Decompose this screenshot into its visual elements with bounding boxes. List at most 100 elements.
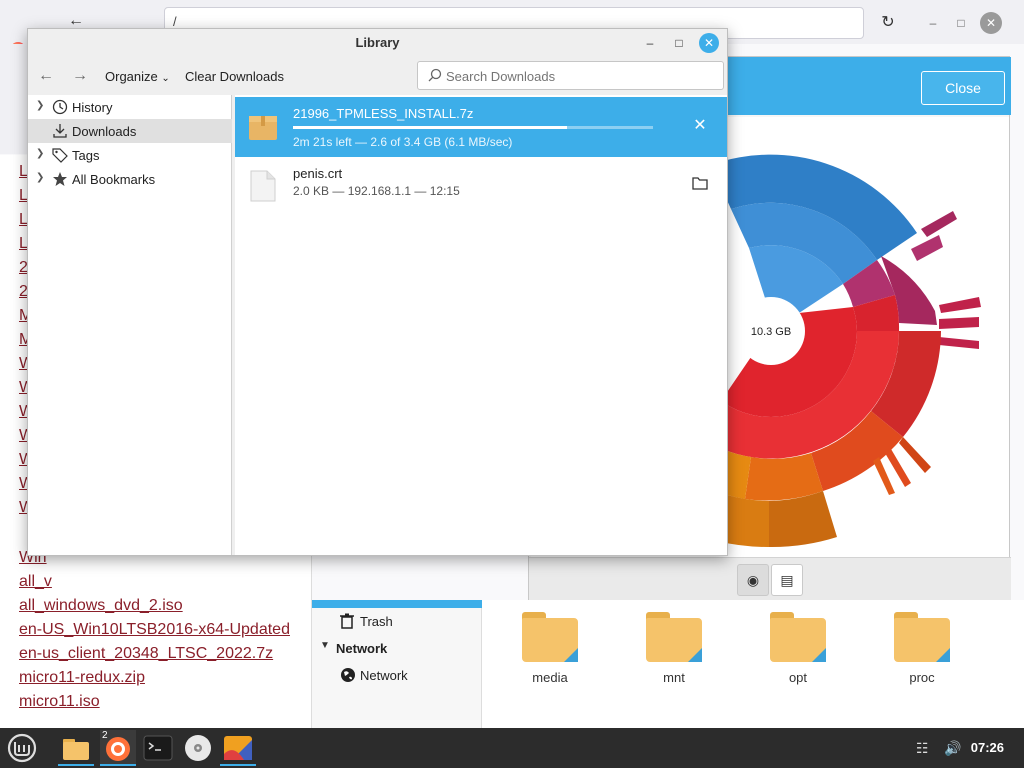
- ring-segment: [939, 337, 979, 349]
- dialog-title: Library: [28, 29, 727, 57]
- downloads-list: 21996_TPMLESS_INSTALL.7z 2m 21s left — 2…: [235, 95, 727, 555]
- cancel-icon[interactable]: ✕: [689, 115, 711, 137]
- maximize-icon[interactable]: □: [950, 12, 972, 34]
- globe-icon: [340, 667, 355, 683]
- selected-sidebar-item[interactable]: [312, 600, 482, 608]
- mint-menu-icon[interactable]: [4, 730, 40, 766]
- sidebar-item-history[interactable]: ❯ History: [28, 95, 232, 119]
- star-icon: [52, 171, 68, 187]
- treemap-chart-icon[interactable]: ▤: [771, 564, 803, 596]
- folder-icon: [894, 612, 950, 662]
- folder-icon: [522, 612, 578, 662]
- sidebar-item-label: Network: [360, 668, 408, 683]
- folder-icon: [770, 612, 826, 662]
- network-icon[interactable]: ☷: [916, 740, 929, 757]
- sidebar-item-trash[interactable]: Trash: [312, 610, 482, 634]
- download-filename: 21996_TPMLESS_INSTALL.7z: [293, 106, 474, 121]
- sidebar-item-tags[interactable]: ❯ Tags: [28, 143, 232, 167]
- ring-segment: [939, 297, 981, 313]
- sidebar-item-label: History: [72, 100, 113, 115]
- file-link[interactable]: all_v: [19, 573, 52, 591]
- folder-icon: [646, 612, 702, 662]
- folder-item[interactable]: media: [510, 612, 590, 685]
- file-icon: [249, 170, 277, 202]
- download-status: 2m 21s left — 2.6 of 3.4 GB (6.1 MB/sec): [293, 135, 513, 149]
- sidebar-item-label: Tags: [72, 148, 100, 163]
- download-filename: penis.crt: [293, 166, 343, 181]
- download-icon: [52, 123, 68, 139]
- file-link[interactable]: all_windows_dvd_2.iso: [19, 597, 183, 615]
- tag-icon: [52, 147, 68, 163]
- firefox-app-icon[interactable]: 2: [100, 730, 136, 766]
- chevron-right-icon[interactable]: ❯: [36, 172, 44, 183]
- download-item[interactable]: 21996_TPMLESS_INSTALL.7z 2m 21s left — 2…: [235, 97, 727, 157]
- folder-name: opt: [788, 670, 808, 685]
- chevron-down-icon: ▼: [320, 640, 330, 651]
- window-count-badge: 2: [102, 730, 108, 741]
- clock-icon: [52, 99, 68, 115]
- minimize-icon[interactable]: –: [640, 33, 660, 53]
- organize-menu[interactable]: Organize ⌄: [105, 69, 170, 84]
- close-window-button[interactable]: ✕: [980, 12, 1002, 34]
- file-link[interactable]: en-US_Win10LTSB2016-x64-Updated: [19, 621, 290, 639]
- library-toolbar: ← → Organize ⌄ Clear Downloads: [28, 57, 727, 95]
- search-input[interactable]: [446, 67, 716, 85]
- view-toggle-bar: ◉ ▤: [529, 557, 1011, 601]
- library-dialog: Library – □ ✕ ← → Organize ⌄ Clear Downl…: [27, 28, 728, 556]
- folder-item[interactable]: proc: [882, 612, 962, 685]
- download-item[interactable]: penis.crt 2.0 KB — 192.168.1.1 — 12:15: [235, 157, 727, 217]
- download-progress-bar: [293, 126, 653, 129]
- folder-item[interactable]: opt: [758, 612, 838, 685]
- volume-icon[interactable]: 🔊: [944, 740, 961, 757]
- sidebar-item-label: All Bookmarks: [72, 172, 156, 187]
- library-sidebar: ❯ History Downloads ❯ Tags ❯ All Bookmar…: [28, 95, 232, 555]
- chevron-right-icon[interactable]: ❯: [36, 100, 44, 111]
- back-arrow-icon[interactable]: ←: [34, 65, 58, 87]
- file-link[interactable]: en-us_client_20348_LTSC_2022.7z: [19, 645, 273, 663]
- file-link[interactable]: micro11-redux.zip: [19, 669, 145, 687]
- taskbar: 2 ☷ 🔊 07:26: [0, 728, 1024, 768]
- sidebar-item-all-bookmarks[interactable]: ❯ All Bookmarks: [28, 167, 232, 191]
- folder-item[interactable]: mnt: [634, 612, 714, 685]
- ring-segment: [921, 211, 957, 237]
- disk-usage-app-icon[interactable]: [220, 730, 256, 766]
- maximize-icon[interactable]: □: [669, 33, 689, 53]
- url-text: /: [173, 14, 177, 29]
- search-field[interactable]: [417, 61, 724, 90]
- organize-label: Organize: [105, 69, 158, 84]
- folder-name: mnt: [663, 670, 685, 685]
- folder-name: proc: [909, 670, 935, 685]
- sidebar-item-label: Downloads: [72, 124, 137, 139]
- total-size-label: 10.3 GB: [751, 326, 791, 338]
- rings-chart-icon[interactable]: ◉: [737, 564, 769, 596]
- download-status: 2.0 KB — 192.168.1.1 — 12:15: [293, 184, 460, 198]
- ring-segment: [899, 437, 931, 473]
- chevron-right-icon[interactable]: ❯: [36, 148, 44, 159]
- disc-app-icon[interactable]: [180, 730, 216, 766]
- close-dialog-button[interactable]: ✕: [699, 33, 719, 53]
- close-button[interactable]: Close: [921, 71, 1005, 105]
- sidebar-item-label: Trash: [360, 614, 393, 629]
- files-app-icon[interactable]: [58, 730, 94, 766]
- minimize-icon[interactable]: –: [922, 12, 944, 34]
- progress-fill: [293, 126, 567, 129]
- file-manager-window: Trash ▼ Network Network media mnt opt pr…: [312, 600, 1024, 728]
- ring-segment: [745, 453, 823, 501]
- open-folder-icon[interactable]: [689, 175, 711, 197]
- search-icon: [428, 68, 442, 82]
- archive-file-icon: [249, 110, 277, 142]
- sidebar-item-network[interactable]: Network: [312, 664, 482, 688]
- terminal-app-icon[interactable]: [140, 730, 176, 766]
- file-link[interactable]: micro11.iso: [19, 693, 100, 711]
- chevron-down-icon: ⌄: [161, 73, 170, 84]
- sidebar-header-label: Network: [336, 641, 388, 656]
- sidebar-header-network[interactable]: ▼ Network: [312, 637, 482, 661]
- clear-downloads-button[interactable]: Clear Downloads: [185, 69, 284, 84]
- ring-segment: [911, 235, 943, 261]
- file-manager-sidebar: Trash ▼ Network Network: [312, 600, 482, 728]
- sidebar-item-downloads[interactable]: Downloads: [28, 119, 232, 143]
- forward-arrow-icon[interactable]: →: [68, 65, 92, 87]
- reload-button[interactable]: ↻: [876, 12, 900, 34]
- folder-name: media: [532, 670, 568, 685]
- clock[interactable]: 07:26: [971, 740, 1004, 755]
